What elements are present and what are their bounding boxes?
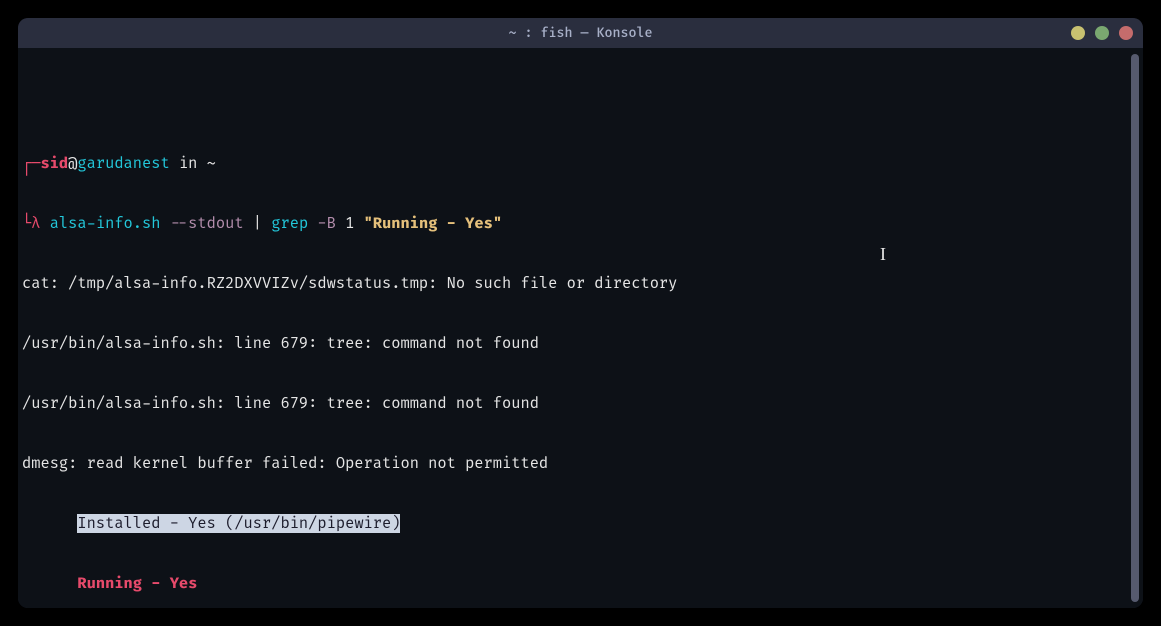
prompt-lambda: λ <box>31 214 49 233</box>
prompt-location: in ~ <box>170 154 216 173</box>
prompt-corner: └ <box>22 214 31 233</box>
blank-line <box>22 94 1127 114</box>
output-line: /usr/bin/alsa-info.sh: line 679: tree: c… <box>22 334 1127 354</box>
prompt-host: garudanest <box>77 154 169 173</box>
cmd-pipe: | <box>253 214 271 233</box>
cmd-grep-flag: -B <box>317 214 345 233</box>
prompt-line-1-top: ┌─sid@garudanest in ~ <box>22 154 1127 174</box>
grep-match-line: Running - Yes <box>77 574 197 593</box>
cmd-grep: grep <box>271 214 317 233</box>
maximize-button[interactable] <box>1095 26 1109 40</box>
grep-context-line: Installed - Yes (/usr/bin/pipewire) <box>77 514 400 533</box>
scrollbar[interactable] <box>1131 54 1139 602</box>
prompt-line-1-cmd: └λ alsa-info.sh --stdout | grep -B 1 "Ru… <box>22 214 1127 234</box>
output-line-match: Running - Yes <box>22 574 1127 594</box>
output-line: /usr/bin/alsa-info.sh: line 679: tree: c… <box>22 394 1127 414</box>
pad <box>22 514 77 533</box>
text-cursor-ibeam: I <box>880 244 886 264</box>
cmd-flag: --stdout <box>170 214 253 233</box>
window-controls <box>1071 26 1133 40</box>
close-button[interactable] <box>1119 26 1133 40</box>
cmd-grep-num: 1 <box>345 214 363 233</box>
terminal-content: ┌─sid@garudanest in ~ └λ alsa-info.sh --… <box>22 54 1127 602</box>
cmd-grep-string: "Running - Yes" <box>364 214 502 233</box>
terminal-area[interactable]: ┌─sid@garudanest in ~ └λ alsa-info.sh --… <box>18 48 1143 608</box>
output-line-highlight: Installed - Yes (/usr/bin/pipewire) <box>22 514 1127 534</box>
terminal-window: ~ : fish — Konsole ┌─sid@garudanest in ~… <box>18 18 1143 608</box>
titlebar[interactable]: ~ : fish — Konsole <box>18 18 1143 48</box>
minimize-button[interactable] <box>1071 26 1085 40</box>
output-line: cat: /tmp/alsa-info.RZ2DXVVIZv/sdwstatus… <box>22 274 1127 294</box>
prompt-corner: ┌─ <box>22 154 40 173</box>
output-line: dmesg: read kernel buffer failed: Operat… <box>22 454 1127 474</box>
cmd-binary: alsa-info.sh <box>50 214 170 233</box>
pad <box>22 574 77 593</box>
window-title: ~ : fish — Konsole <box>509 25 653 41</box>
prompt-user: sid <box>40 154 68 173</box>
